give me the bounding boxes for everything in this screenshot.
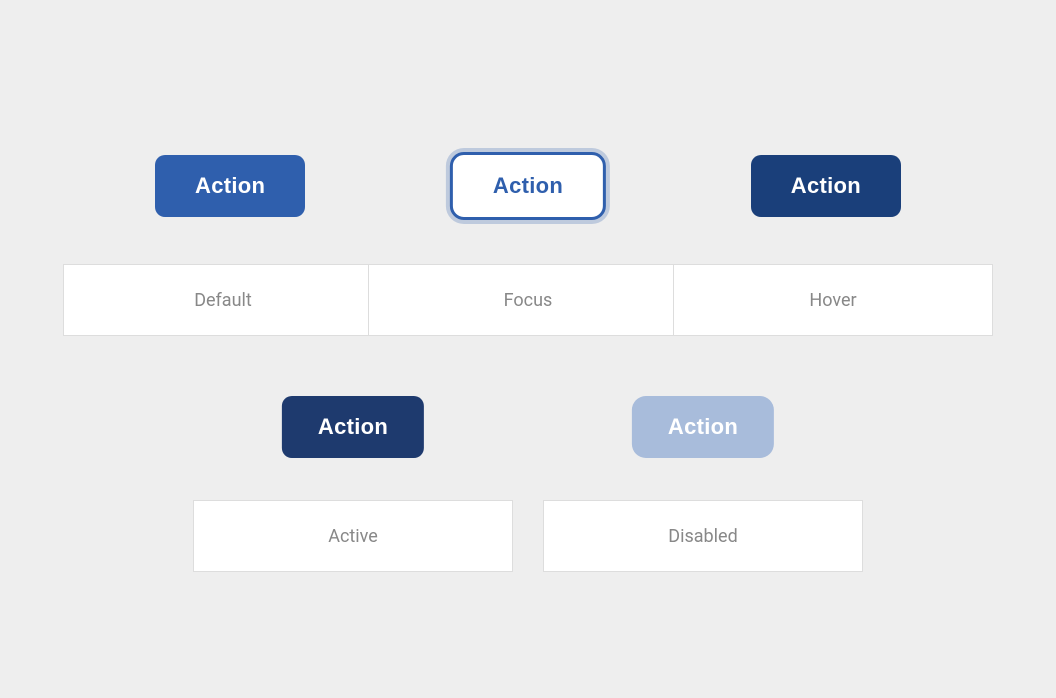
default-button[interactable]: Action xyxy=(155,155,305,217)
hover-state-label: Hover xyxy=(673,264,993,336)
focus-button[interactable]: Action xyxy=(450,152,606,220)
disabled-state-label: Disabled xyxy=(543,500,863,572)
row-2-labels: Active Disabled xyxy=(28,500,1028,572)
hover-button[interactable]: Action xyxy=(751,155,901,217)
row-2-buttons: Action Action xyxy=(28,372,1028,482)
row-1-buttons: Action Action Action xyxy=(28,126,1028,246)
disabled-button: Action xyxy=(632,396,774,458)
default-state-label: Default xyxy=(63,264,383,336)
row-1-labels: Default Focus Hover xyxy=(28,264,1028,336)
active-button[interactable]: Action xyxy=(282,396,424,458)
active-state-label: Active xyxy=(193,500,513,572)
main-container: Action Action Action Default Focus Hover… xyxy=(0,0,1056,698)
focus-state-label: Focus xyxy=(368,264,688,336)
